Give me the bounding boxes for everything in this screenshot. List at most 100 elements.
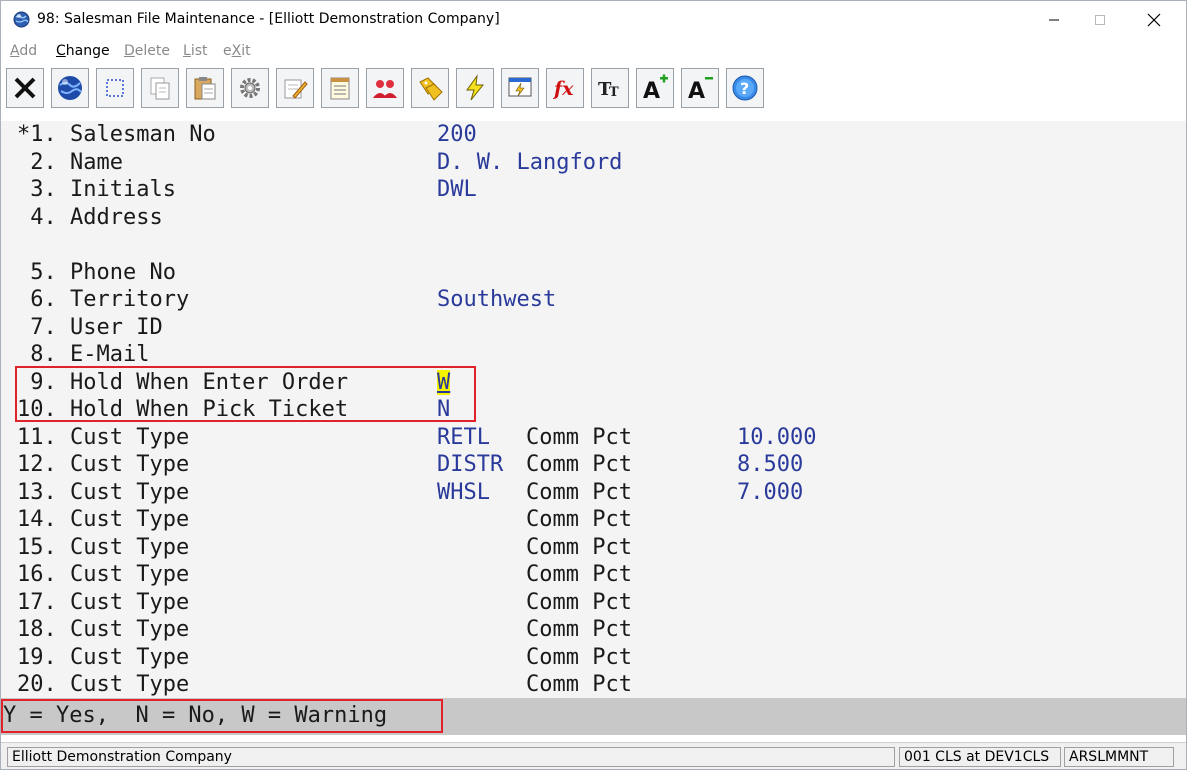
field-value-salesman-no[interactable]: 200 (437, 121, 477, 148)
status-company: Elliott Demonstration Company (7, 747, 895, 767)
field-row-name[interactable]: 2. Name (17, 149, 123, 176)
menu-list-label: ist (190, 43, 208, 59)
field-number: 4. (17, 204, 57, 230)
field-number: 14. (17, 507, 57, 532)
field-row-user-id[interactable]: 7. User ID (17, 314, 163, 341)
cust-type-value[interactable]: RETL (437, 424, 490, 451)
function-button[interactable]: fx (546, 68, 584, 108)
menu-exit-label: it (241, 43, 251, 59)
comm-pct-label: Comm Pct (526, 617, 632, 642)
field-label: Cust Type (70, 452, 190, 477)
status-bar: Elliott Demonstration Company 001 CLS at… (1, 742, 1186, 769)
cust-type-row[interactable]: 19. Cust Type (17, 644, 189, 671)
font-size-icon: TT (598, 79, 619, 100)
comm-pct-value[interactable]: 10.000 (737, 424, 816, 451)
status-user: 001 CLS at DEV1CLS (899, 747, 1061, 767)
cust-type-row[interactable]: 11. Cust Type (17, 424, 189, 451)
title-bar[interactable]: 98: Salesman File Maintenance - [Elliott… (1, 1, 1186, 39)
app-window: 98: Salesman File Maintenance - [Elliott… (0, 0, 1187, 770)
cust-type-row[interactable]: 18. Cust Type (17, 616, 189, 643)
field-row-email[interactable]: 8. E-Mail (17, 341, 149, 368)
users-button[interactable] (366, 68, 404, 108)
menu-change[interactable]: Change (56, 43, 110, 59)
field-label: Salesman No (70, 122, 216, 147)
edit-note-button[interactable] (276, 68, 314, 108)
font-decrease-button[interactable]: A (681, 68, 719, 108)
lightning-button[interactable] (456, 68, 494, 108)
cust-type-row[interactable]: 13. Cust Type (17, 479, 189, 506)
font-increase-button[interactable]: A (636, 68, 674, 108)
select-button[interactable] (96, 68, 134, 108)
notepad-icon (330, 77, 350, 100)
menu-add-label: dd (19, 43, 38, 59)
cust-type-row[interactable]: 20. Cust Type (17, 671, 189, 698)
settings-icon (240, 78, 260, 98)
minimize-button[interactable] (1031, 1, 1077, 39)
svg-text:fx: fx (552, 78, 574, 100)
menu-list[interactable]: List (183, 43, 208, 59)
settings-button[interactable] (231, 68, 269, 108)
screen-lightning-button[interactable] (501, 68, 539, 108)
field-label: Cust Type (70, 672, 190, 697)
cust-type-row[interactable]: 14. Cust Type (17, 506, 189, 533)
comm-pct-label: Comm Pct (526, 534, 632, 560)
comm-pct-value[interactable]: 7.000 (737, 479, 803, 506)
tags-button[interactable] (411, 68, 449, 108)
help-button[interactable]: ? (726, 68, 764, 108)
select-icon (106, 79, 124, 97)
field-row-salesman-no[interactable]: *1. Salesman No (17, 121, 216, 148)
menu-exit[interactable]: eXit (223, 43, 251, 59)
cust-type-row[interactable]: 16. Cust Type (17, 561, 189, 588)
close-icon (1147, 13, 1161, 27)
status-program: ARSLMMNT (1064, 747, 1174, 767)
menu-add[interactable]: Add (10, 43, 37, 59)
notepad-button[interactable] (321, 68, 359, 108)
field-number: 18. (17, 617, 57, 642)
field-number: 17. (17, 589, 57, 615)
cust-type-value[interactable]: DISTR (437, 451, 503, 478)
cust-type-row[interactable]: 15. Cust Type (17, 534, 189, 561)
close-icon (14, 77, 36, 99)
comm-pct-label: Comm Pct (526, 452, 632, 477)
comm-pct-label: Comm Pct (526, 562, 632, 587)
field-row-territory[interactable]: 6. Territory (17, 286, 189, 313)
field-number: 12. (17, 452, 57, 477)
field-label: Cust Type (70, 534, 190, 560)
menu-delete-label: elete (134, 43, 170, 59)
comm-pct-label: Comm Pct (526, 644, 632, 670)
close-window-button[interactable] (1131, 1, 1177, 39)
copy-button[interactable] (141, 68, 179, 108)
cust-type-row[interactable]: 12. Cust Type (17, 451, 189, 478)
field-value-name[interactable]: D. W. Langford (437, 149, 622, 176)
field-value-territory[interactable]: Southwest (437, 286, 556, 313)
font-decrease-icon: A (688, 77, 713, 102)
field-number: 8. (17, 342, 57, 367)
maximize-button[interactable] (1077, 1, 1123, 39)
field-label: User ID (70, 314, 163, 340)
paste-button[interactable] (186, 68, 224, 108)
cust-type-value[interactable]: WHSL (437, 479, 490, 506)
font-size-button[interactable]: TT (591, 68, 629, 108)
field-label: Cust Type (70, 424, 190, 450)
field-row-initials[interactable]: 3. Initials (17, 176, 176, 203)
menu-change-hotkey: C (56, 43, 66, 59)
close-button[interactable] (6, 68, 44, 108)
globe-button[interactable] (51, 68, 89, 108)
comm-pct-label: Comm Pct (526, 507, 632, 532)
menu-delete[interactable]: Delete (124, 43, 170, 59)
field-number: 19. (17, 644, 57, 670)
field-label: Phone No (70, 259, 176, 285)
comm-pct-value[interactable]: 8.500 (737, 451, 803, 478)
field-number: 20. (17, 672, 57, 697)
tags-icon (419, 77, 443, 101)
field-value-initials[interactable]: DWL (437, 176, 477, 203)
comm-pct-label: Comm Pct (526, 589, 632, 615)
highlight-box (15, 366, 476, 422)
lightning-icon (466, 74, 485, 101)
cust-type-row[interactable]: 17. Cust Type (17, 589, 189, 616)
field-label: Cust Type (70, 562, 190, 587)
svg-text:A: A (643, 79, 660, 102)
field-row-address[interactable]: 4. Address (17, 204, 162, 231)
toolbar: fx TT A A ? (1, 68, 1186, 112)
field-row-phone-no[interactable]: 5. Phone No (17, 259, 176, 286)
